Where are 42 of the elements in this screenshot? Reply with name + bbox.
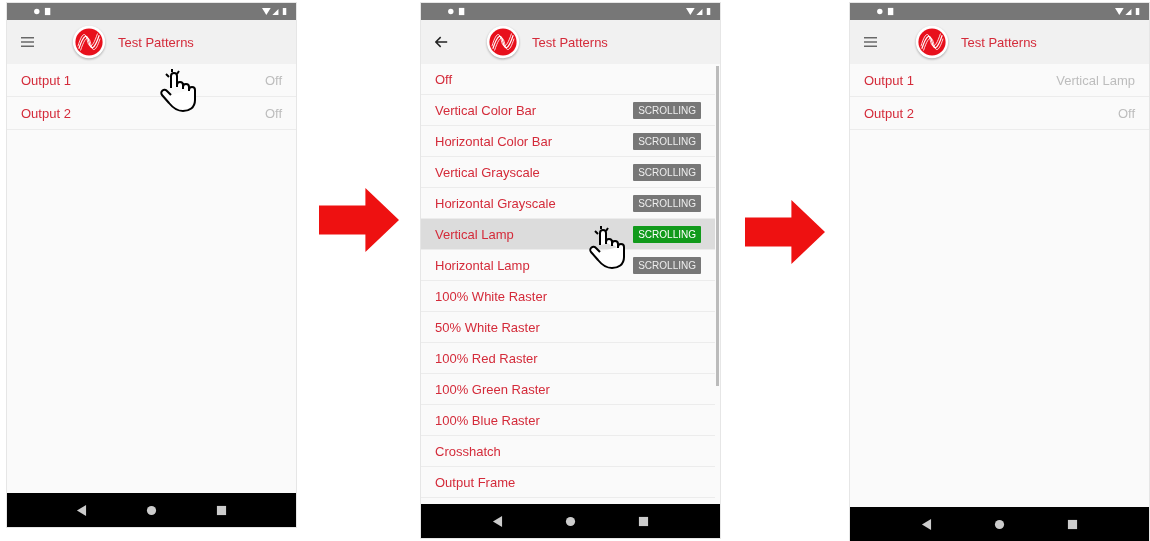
output-item[interactable]: Output 1 Vertical Lamp (850, 64, 1149, 97)
recents-icon[interactable] (1067, 518, 1078, 530)
status-badge: SCROLLING (633, 132, 701, 150)
logo-icon (72, 25, 106, 59)
home-icon[interactable] (146, 504, 157, 516)
pattern-item[interactable]: Vertical Lamp SCROLLING (421, 219, 715, 250)
back-icon[interactable] (76, 504, 88, 516)
app-title: Test Patterns (118, 34, 194, 50)
back-arrow-icon[interactable] (435, 36, 448, 48)
pattern-item[interactable]: 100% Green Raster (421, 374, 715, 405)
signal-battery-icon (686, 7, 712, 16)
pattern-item[interactable]: 100% Red Raster (421, 343, 715, 374)
recents-icon[interactable] (215, 504, 227, 516)
pattern-item[interactable]: 100% Blue Raster (421, 405, 715, 436)
scrollbar[interactable] (716, 66, 719, 386)
pattern-item[interactable]: 100% White Raster (421, 281, 715, 312)
pattern-item[interactable]: Horizontal Color Bar SCROLLING (421, 126, 715, 157)
pattern-item[interactable]: Vertical Grayscale SCROLLING (421, 157, 715, 188)
pattern-item[interactable]: Crosshatch (421, 436, 715, 467)
logo-icon (486, 25, 520, 59)
pattern-item[interactable]: Vertical Color Bar SCROLLING (421, 95, 715, 126)
back-icon[interactable] (492, 515, 503, 527)
app-title: Test Patterns (532, 34, 608, 50)
signal-battery-icon (262, 7, 288, 16)
status-badge: SCROLLING (633, 163, 701, 181)
pattern-item[interactable]: 50% White Raster (421, 312, 715, 343)
status-badge: SCROLLING (633, 256, 701, 274)
status-badge: SCROLLING (633, 194, 701, 212)
home-icon[interactable] (565, 515, 576, 527)
status-badge: SCROLLING (633, 225, 701, 243)
status-badge: SCROLLING (633, 101, 701, 119)
back-icon[interactable] (921, 518, 932, 530)
home-icon[interactable] (994, 518, 1005, 530)
menu-icon[interactable] (21, 36, 34, 48)
pattern-item[interactable]: Output Frame (421, 467, 715, 498)
pattern-item[interactable]: Off (421, 64, 715, 95)
app-title: Test Patterns (961, 34, 1037, 50)
recents-icon[interactable] (638, 515, 649, 527)
logo-icon (915, 25, 949, 59)
signal-battery-icon (1115, 7, 1141, 16)
output-item[interactable]: Output 2 Off (850, 97, 1149, 130)
menu-icon[interactable] (864, 36, 877, 48)
